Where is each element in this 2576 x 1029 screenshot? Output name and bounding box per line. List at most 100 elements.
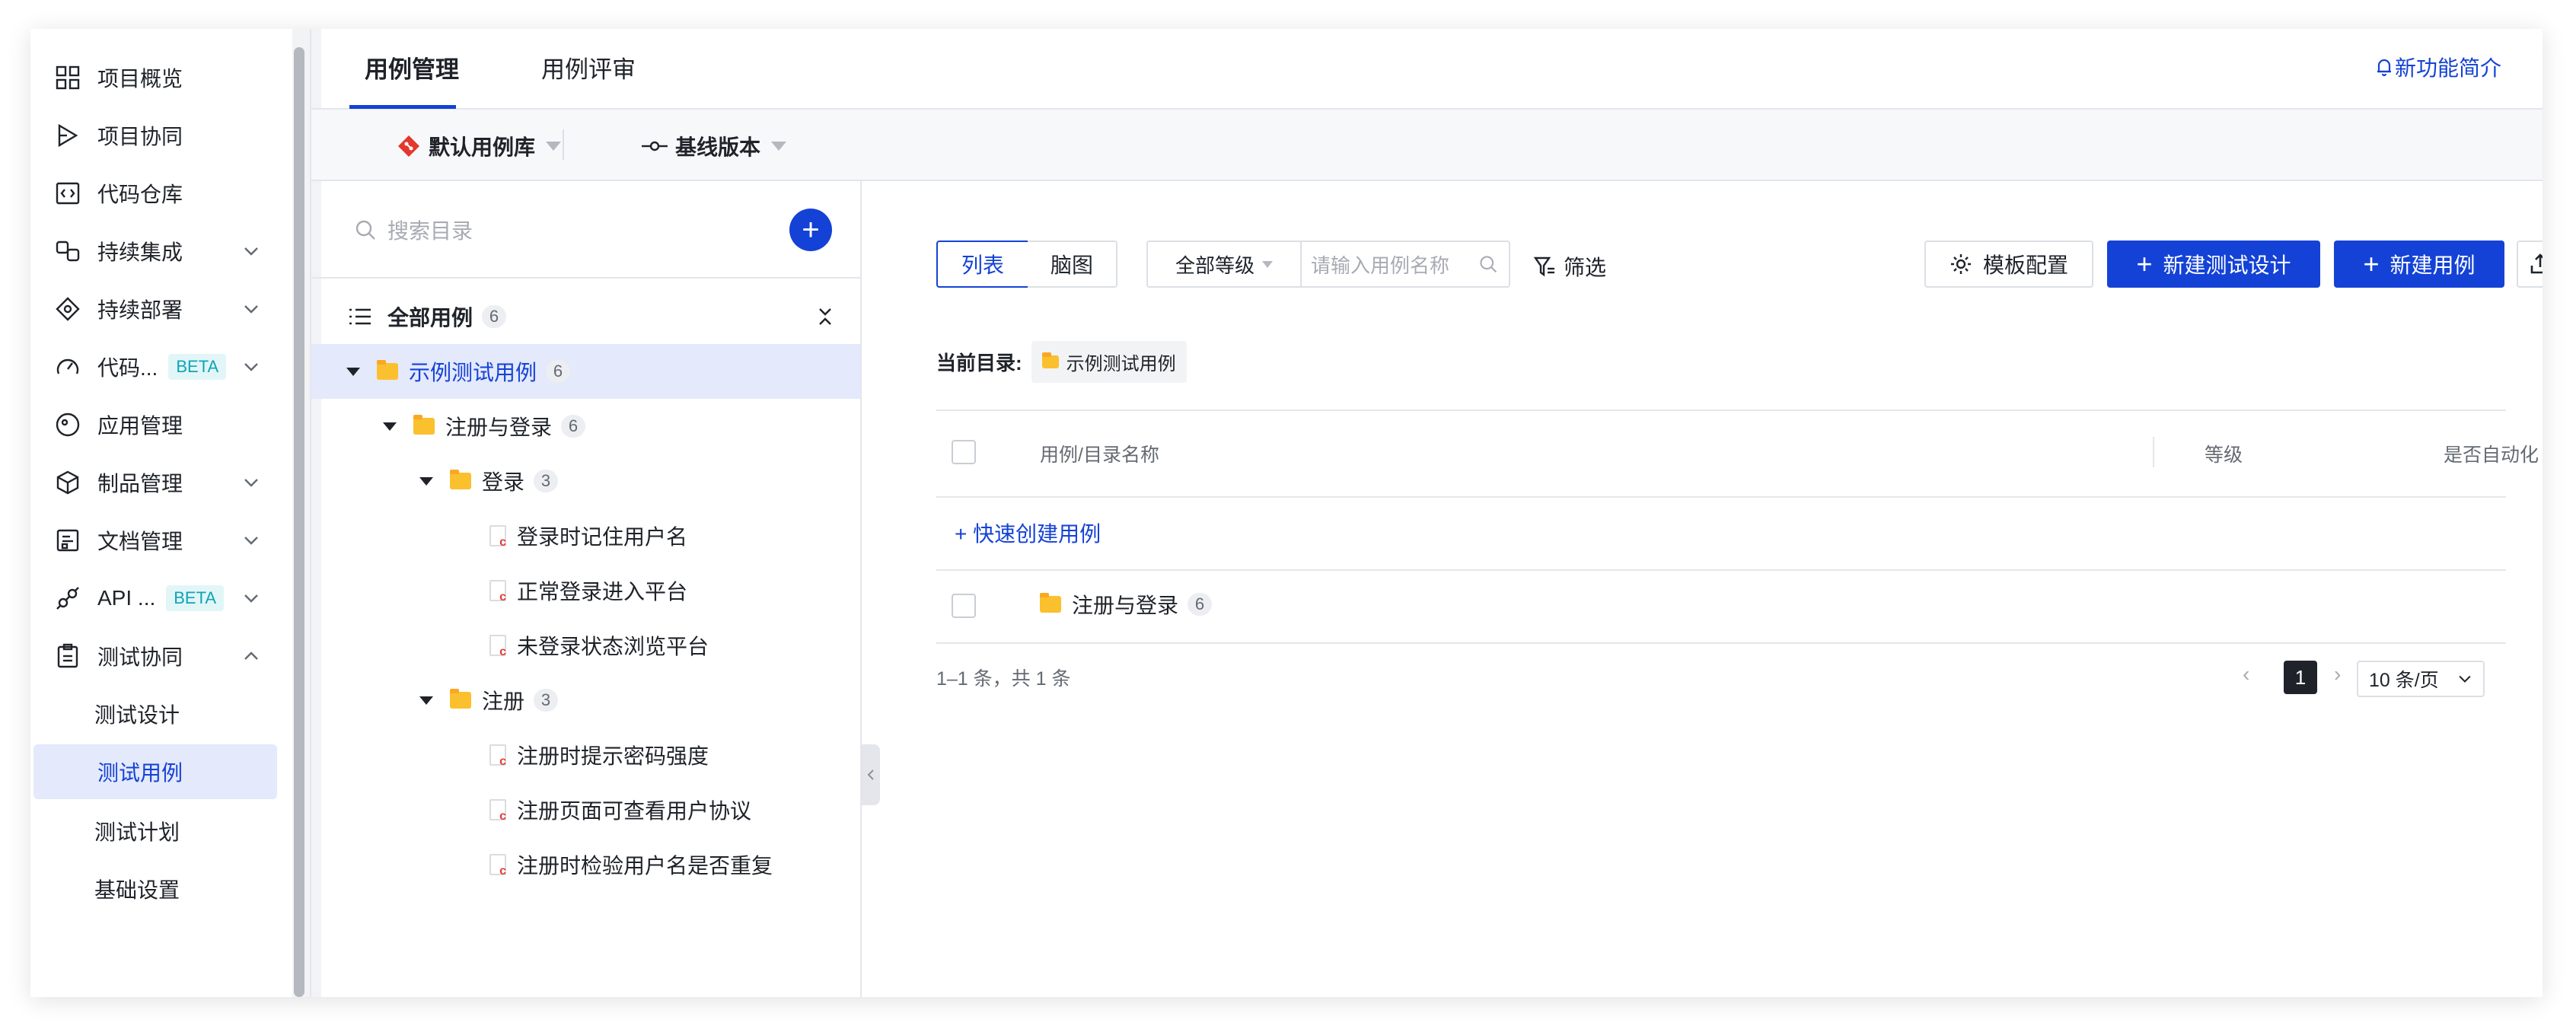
chevron-down-icon[interactable] (241, 472, 262, 493)
sidebar-item-test[interactable]: 测试协同 (30, 627, 277, 685)
caret-down-icon (546, 142, 562, 151)
api-icon (53, 584, 82, 613)
new-test-design-label: 新建测试设计 (2163, 253, 2291, 277)
pagination-summary: 1–1 条，共 1 条 (936, 668, 1071, 690)
tree-node-login[interactable]: 登录 3 (311, 454, 860, 508)
view-list-button[interactable]: 列表 (936, 241, 1029, 288)
test-case-file-icon (489, 744, 506, 769)
column-resizer[interactable] (2153, 437, 2154, 467)
chevron-up-icon[interactable] (241, 645, 262, 667)
page-size-select[interactable]: 10 条/页 (2357, 661, 2485, 697)
tree-node-label: 登录时记住用户名 (517, 525, 688, 549)
current-directory: 当前目录: 示例测试用例 (936, 341, 1187, 383)
sidebar-item-label: 测试设计 (94, 703, 180, 727)
commit-icon (642, 141, 668, 151)
row-checkbox[interactable] (952, 594, 976, 618)
sidebar-item-collab[interactable]: 项目协同 (30, 107, 277, 164)
sidebar: 项目概览 项目协同 代码仓库 持续集成 持续部署 代码... BETA 应用管理… (30, 29, 292, 997)
tab-case-review[interactable]: 用例评审 (541, 50, 636, 84)
tree-node-register[interactable]: 注册 3 (311, 673, 860, 728)
box-icon (53, 468, 82, 497)
tree-leaf-case[interactable]: 注册页面可查看用户协议 (311, 782, 860, 837)
view-mindmap-button[interactable]: 脑图 (1028, 241, 1117, 288)
tree-leaf-case[interactable]: 正常登录进入平台 (311, 563, 860, 618)
sidebar-item-label: 测试计划 (94, 820, 180, 844)
expand-triangle-icon[interactable] (383, 422, 397, 431)
sidebar-item-api[interactable]: API ... BETA (30, 569, 277, 627)
play-icon (53, 121, 82, 150)
tree-leaf-case[interactable]: 未登录状态浏览平台 (311, 618, 860, 673)
test-case-file-icon (489, 635, 506, 659)
level-select[interactable]: 全部等级 (1146, 241, 1302, 288)
sidebar-scrollbar-thumb[interactable] (294, 47, 304, 997)
sidebar-item-code-quality[interactable]: 代码... BETA (30, 338, 277, 396)
beta-badge: BETA (168, 354, 227, 380)
expand-triangle-icon[interactable] (419, 476, 433, 486)
filter-button[interactable]: 筛选 (1533, 251, 1606, 282)
export-icon (2530, 253, 2543, 274)
sidebar-item-docs[interactable]: 文档管理 (30, 511, 277, 569)
sidebar-subitem-settings[interactable]: 基础设置 (30, 860, 277, 918)
sidebar-subitem-design[interactable]: 测试设计 (30, 685, 277, 743)
sidebar-item-overview[interactable]: 项目概览 (30, 49, 277, 107)
page-number-current[interactable]: 1 (2284, 661, 2317, 694)
sidebar-item-ci[interactable]: 持续集成 (30, 222, 277, 280)
tree-node-example[interactable]: 示例测试用例 6 (311, 344, 860, 399)
row-folder-label: 注册与登录 (1072, 594, 1179, 617)
table-row-folder[interactable]: 注册与登录 6 (1040, 589, 1213, 620)
case-name-search-input[interactable]: 请输入用例名称 (1300, 241, 1510, 288)
count-badge: 6 (482, 305, 507, 328)
whats-new-label: 新功能简介 (2394, 56, 2501, 80)
chevron-down-icon[interactable] (241, 588, 262, 609)
directory-search-input[interactable]: 搜索目录 (354, 215, 473, 245)
count-badge: 3 (534, 470, 559, 492)
chevron-down-icon[interactable] (241, 356, 262, 378)
column-header-name: 用例/目录名称 (1040, 444, 1159, 466)
tree-leaf-case[interactable]: 登录时记住用户名 (311, 508, 860, 563)
tree-leaf-case[interactable]: 注册时提示密码强度 (311, 728, 860, 782)
plus-icon: + (2136, 248, 2153, 279)
doc-icon (53, 526, 82, 555)
whats-new-link[interactable]: 新功能简介 (2374, 52, 2501, 82)
chevron-down-icon[interactable] (241, 241, 262, 262)
test-case-file-icon (489, 854, 506, 878)
template-config-button[interactable]: 模板配置 (1924, 241, 2093, 288)
count-badge: 6 (561, 415, 586, 438)
current-directory-name: 示例测试用例 (1066, 354, 1176, 374)
new-case-button[interactable]: + 新建用例 (2334, 241, 2504, 288)
expand-triangle-icon[interactable] (346, 367, 360, 376)
sidebar-item-label: 持续集成 (97, 241, 183, 264)
column-header-level: 等级 (2205, 444, 2243, 466)
add-directory-button[interactable]: + (789, 209, 832, 251)
clipboard-icon (53, 642, 82, 671)
sidebar-subitem-cases[interactable]: 测试用例 (33, 744, 277, 799)
sidebar-item-apps[interactable]: 应用管理 (30, 396, 277, 454)
library-selector[interactable]: 默认用例库 (397, 131, 562, 161)
new-test-design-button[interactable]: + 新建测试设计 (2107, 241, 2320, 288)
quick-create-case-link[interactable]: + 快速创建用例 (955, 518, 1101, 548)
sidebar-item-artifacts[interactable]: 制品管理 (30, 454, 277, 511)
test-case-file-icon (489, 799, 506, 824)
prev-page-icon[interactable]: ‹ (2243, 662, 2249, 687)
test-case-file-icon (489, 525, 506, 550)
folder-icon (450, 689, 471, 709)
sidebar-item-cd[interactable]: 持续部署 (30, 280, 277, 338)
export-button[interactable] (2517, 241, 2543, 288)
tab-case-management[interactable]: 用例管理 (365, 50, 459, 84)
next-page-icon[interactable]: › (2334, 662, 2341, 687)
gauge-icon (53, 352, 82, 381)
tree-root-all-cases[interactable]: 全部用例 6 (311, 289, 860, 344)
sidebar-subitem-plan[interactable]: 测试计划 (30, 802, 277, 860)
beta-badge: BETA (166, 585, 225, 611)
select-all-checkbox[interactable] (952, 440, 976, 464)
collapse-all-icon[interactable] (816, 306, 834, 327)
expand-triangle-icon[interactable] (419, 696, 433, 705)
chevron-down-icon[interactable] (241, 298, 262, 320)
sidebar-item-repo[interactable]: 代码仓库 (30, 164, 277, 222)
tree-node-register-login[interactable]: 注册与登录 6 (311, 399, 860, 454)
baseline-selector[interactable]: 基线版本 (642, 131, 787, 161)
test-case-file-icon (489, 580, 506, 604)
tree-leaf-case[interactable]: 注册时检验用户名是否重复 (311, 837, 860, 892)
chevron-down-icon[interactable] (241, 530, 262, 551)
column-header-automated: 是否自动化 (2444, 444, 2539, 466)
